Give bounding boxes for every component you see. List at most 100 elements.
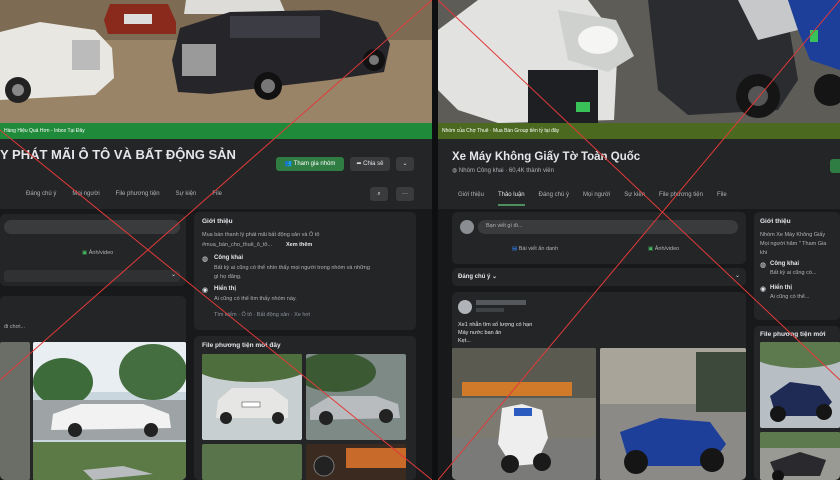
group-meta: ◍ Nhóm Công khai · 60,4K thành viên	[452, 168, 554, 174]
composer-card: Bạn viết gì đi... ▤ Bài viết ẩn danh ▣ Ả…	[452, 212, 746, 264]
post-card: Xe1 nhẫn tìm số lượng có hạn Máy nước ba…	[452, 292, 746, 480]
about-hashtags: #mua_bán_cho_thuê_ô_tô...	[202, 242, 273, 248]
sort-dropdown[interactable]: ⌄	[4, 270, 180, 282]
media-photo-1[interactable]	[760, 342, 840, 428]
chevron-down-icon: ⌄	[170, 272, 176, 278]
about-description-3: khi	[760, 250, 768, 256]
tab-featured[interactable]: Đáng chú ý	[26, 191, 56, 205]
about-card: Giới thiệu Mua bán thanh lý phát mãi bất…	[194, 212, 416, 330]
composer-input[interactable]	[4, 220, 180, 234]
right-screenshot: Nhóm của Chợ Thuê · Mua Bán Group tiền t…	[438, 0, 840, 480]
public-description: Bất kỳ ai cũng có...	[770, 270, 817, 276]
recent-media-card: File phương tiện mới	[754, 326, 840, 480]
avatar	[460, 220, 474, 234]
chevron-down-icon: ⌄	[492, 274, 498, 280]
post-text-line-1: Xe1 nhẫn tìm số lượng có hạn	[458, 322, 533, 328]
cover-photo-cars	[0, 0, 432, 123]
tab-members[interactable]: Mọi người	[72, 191, 99, 205]
tab-files[interactable]: File	[212, 191, 222, 205]
globe-icon: ◍	[202, 256, 209, 263]
cover-photo-motorbikes	[438, 0, 840, 123]
public-label: Công khai	[214, 255, 244, 261]
search-button[interactable]: ⌕	[370, 187, 388, 201]
composer-input[interactable]: Bạn viết gì đi...	[478, 220, 738, 234]
cover-bar-text: Nhóm của Chợ Thuê · Mua Bán Group tiền t…	[442, 128, 560, 134]
about-card: Giới thiệu Nhóm Xe Máy Không Giấy Mọi ng…	[754, 212, 840, 320]
tab-about[interactable]: Giới thiệu	[458, 192, 484, 206]
group-tags[interactable]: Tìm kiếm · Ô tô · Bất động sản · Xe hơi	[214, 312, 310, 318]
post-card: đi chơi...	[0, 296, 186, 480]
join-group-button[interactable]	[830, 159, 840, 173]
tab-media[interactable]: File phương tiện	[116, 191, 160, 205]
group-header: Y PHÁT MÃI Ô TÔ VÀ BẤT ĐỘNG SẢN 👥 Tham g…	[0, 139, 432, 209]
group-header: Xe Máy Không Giấy Tờ Toàn Quốc ◍ Nhóm Cô…	[438, 139, 840, 209]
anonymous-icon: ▤	[512, 246, 519, 252]
about-title: Giới thiệu	[760, 218, 791, 225]
post-photo-2[interactable]	[33, 342, 186, 480]
composer-placeholder: Bạn viết gì đi...	[486, 223, 523, 229]
chevron-down-icon: ⌄	[734, 273, 740, 279]
cover-announcement-bar[interactable]: Nhóm của Chợ Thuê · Mua Bán Group tiền t…	[438, 123, 840, 139]
see-more-link[interactable]: Xem thêm	[286, 242, 312, 248]
visible-label: Hiển thị	[770, 285, 792, 291]
group-title[interactable]: Xe Máy Không Giấy Tờ Toàn Quốc	[452, 151, 640, 163]
public-description-2: gì họ đăng.	[214, 274, 242, 280]
eye-icon: ◉	[202, 287, 209, 294]
tab-discussion[interactable]: Thảo luận	[497, 192, 525, 206]
post-photo-1[interactable]	[0, 342, 30, 480]
tab-events[interactable]: Sự kiện	[624, 192, 645, 206]
left-screenshot: Hàng Hiệu Quá Hơn - Inbox Tại Đây Y PHÁT…	[0, 0, 432, 480]
post-photo-1[interactable]	[452, 348, 596, 480]
group-tabs: Giới thiệu Thảo luận Đáng chú ý Mọi ngườ…	[438, 192, 840, 206]
about-title: Giới thiệu	[202, 218, 233, 225]
user-plus-icon: 👥	[284, 161, 294, 167]
author-name-blurred	[476, 300, 526, 305]
recent-media-title: File phương tiện mới	[760, 331, 826, 338]
about-description-2: Mọi người hãm " Tham Gia	[760, 241, 827, 247]
group-tabs: Đáng chú ý Mọi người File phương tiện Sự…	[0, 191, 432, 205]
media-photo-4[interactable]	[306, 444, 406, 480]
composer-card: ▣ Ảnh/video ⌄	[0, 214, 186, 286]
globe-icon: ◍	[760, 262, 767, 269]
photo-video-button[interactable]: ▣ Ảnh/video	[82, 250, 113, 256]
visible-description: Ai cũng có thể tìm thấy nhóm này.	[214, 296, 297, 302]
tab-events[interactable]: Sự kiện	[176, 191, 197, 205]
tab-media[interactable]: File phương tiện	[659, 192, 703, 206]
featured-dropdown[interactable]: Đáng chú ý ⌄ ⌄	[452, 268, 746, 286]
share-button[interactable]: ➦ Chia sẻ	[350, 157, 390, 171]
tab-members[interactable]: Mọi người	[583, 192, 610, 206]
visible-description: Ai cũng có thể...	[770, 294, 810, 300]
recent-media-card: File phương tiện mới đây	[194, 336, 416, 480]
cover-announcement-bar[interactable]: Hàng Hiệu Quá Hơn - Inbox Tại Đây	[0, 123, 432, 139]
cover-bar-text: Hàng Hiệu Quá Hơn - Inbox Tại Đây	[4, 128, 85, 134]
anonymous-post-button[interactable]: ▤ Bài viết ẩn danh	[512, 246, 558, 252]
featured-label: Đáng chú ý ⌄	[458, 274, 498, 280]
tabs-more-button[interactable]: ···	[396, 187, 414, 201]
public-label: Công khai	[770, 261, 800, 267]
group-title[interactable]: Y PHÁT MÃI Ô TÔ VÀ BẤT ĐỘNG SẢN	[0, 147, 236, 162]
media-photo-2[interactable]	[306, 354, 406, 440]
search-icon: ⌕	[377, 191, 381, 197]
tab-files[interactable]: File	[717, 192, 727, 206]
avatar	[458, 300, 472, 314]
about-description: Nhóm Xe Máy Không Giấy	[760, 232, 826, 238]
globe-icon: ◍	[452, 168, 459, 174]
post-photo-2[interactable]	[600, 348, 746, 480]
post-time-blurred	[476, 308, 504, 312]
visible-label: Hiển thị	[214, 286, 236, 292]
recent-media-title: File phương tiện mới đây	[202, 342, 281, 349]
more-options-button[interactable]: ⌄	[396, 157, 414, 171]
media-photo-3[interactable]	[202, 444, 302, 480]
post-snippet: đi chơi...	[4, 324, 26, 330]
media-photo-2[interactable]	[760, 432, 840, 480]
photo-video-button[interactable]: ▣ Ảnh/video	[648, 246, 679, 252]
tab-featured[interactable]: Đáng chú ý	[539, 192, 569, 206]
post-text-line-3: Kẹt...	[458, 338, 471, 344]
post-text-line-2: Máy nước ban ăn	[458, 330, 502, 336]
public-description: Bất kỳ ai cũng có thể nhìn thấy mọi ngườ…	[214, 265, 370, 271]
chevron-down-icon: ⌄	[402, 161, 408, 167]
media-photo-1[interactable]	[202, 354, 302, 440]
photo-icon: ▣	[648, 246, 655, 252]
join-group-button[interactable]: 👥 Tham gia nhóm	[276, 157, 344, 171]
ellipsis-icon: ···	[402, 191, 408, 197]
